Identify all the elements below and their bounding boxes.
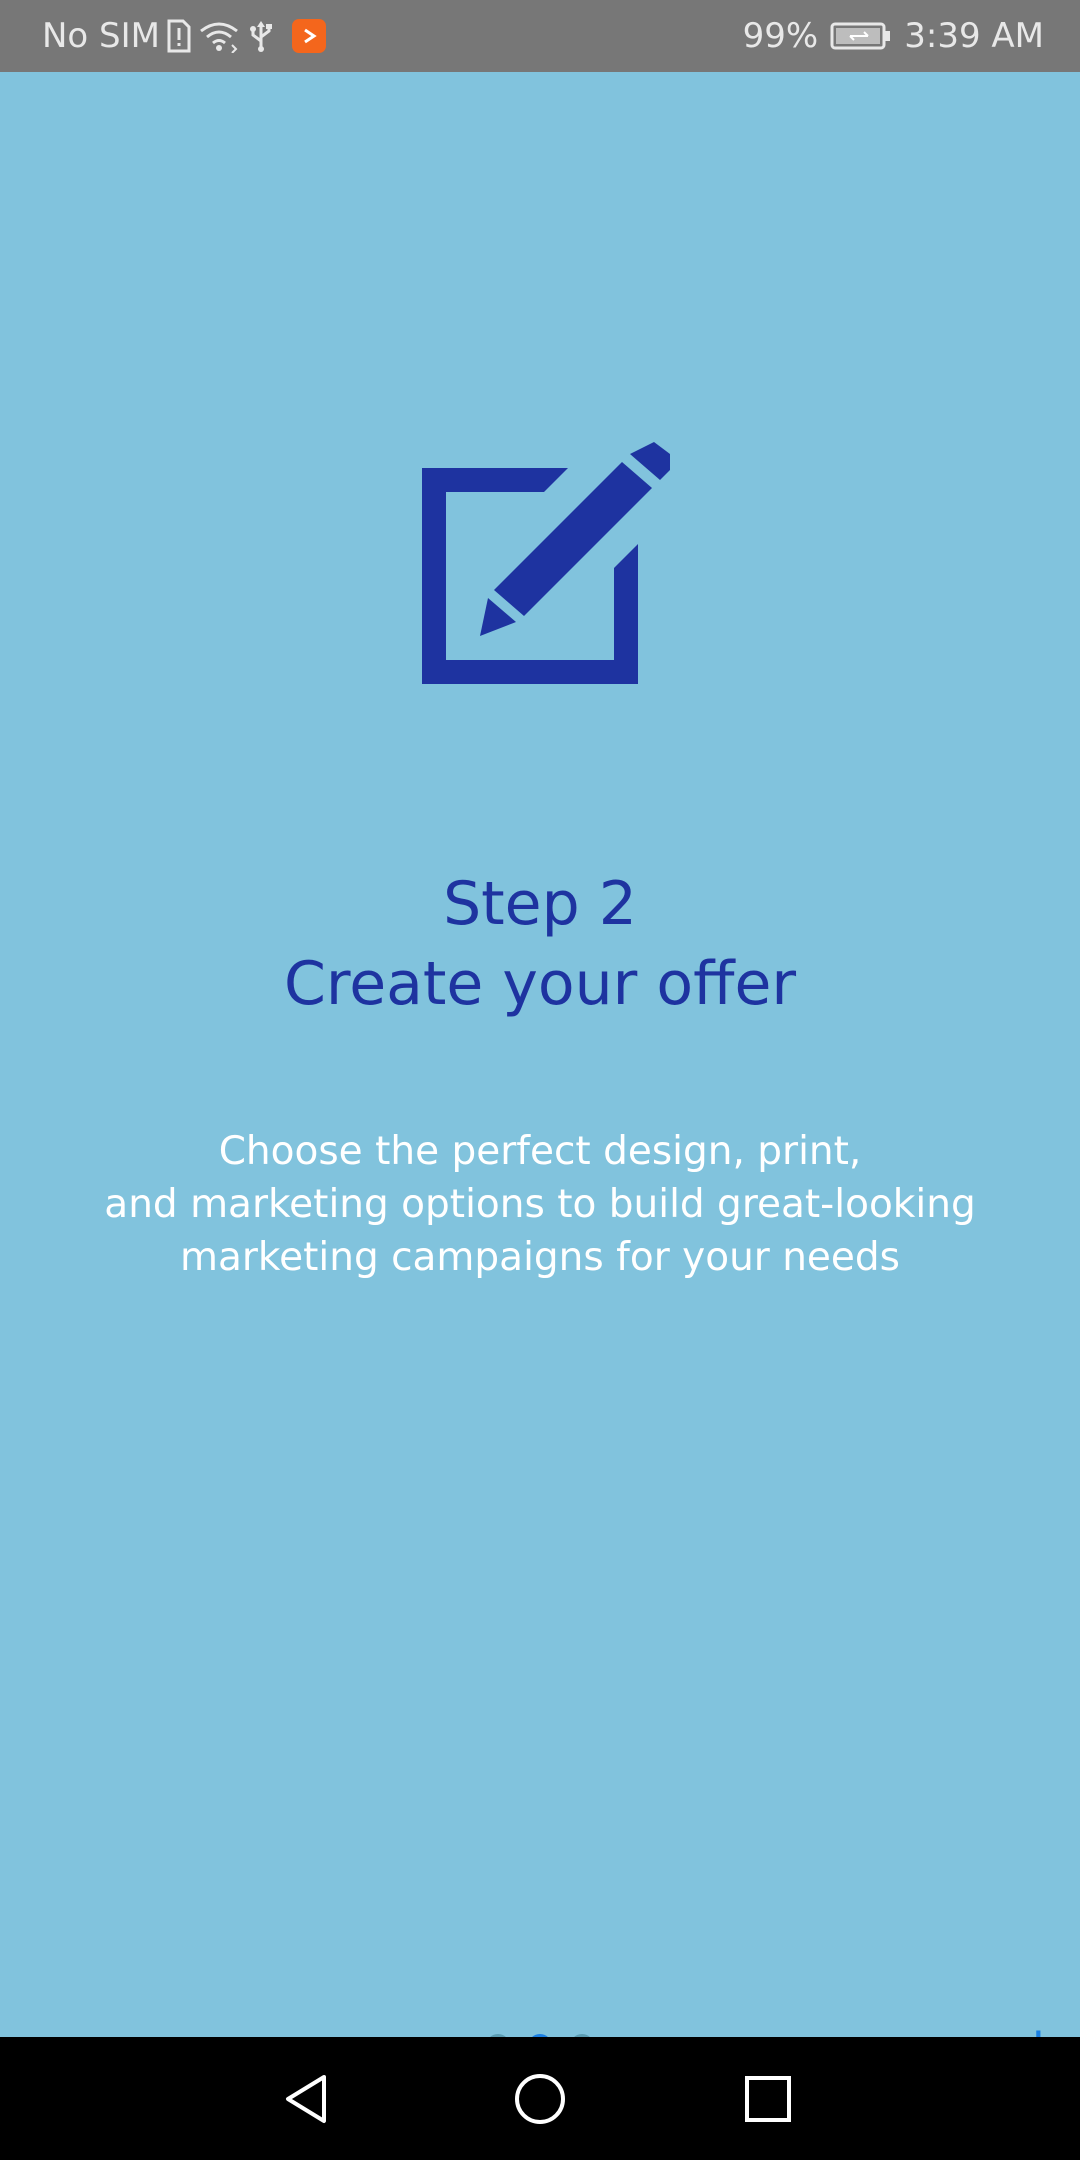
status-right: 99% 3:39 AM — [743, 0, 1044, 72]
step-label: Step 2 — [443, 869, 637, 939]
description-line: Choose the perfect design, print, — [218, 1129, 862, 1174]
status-bar: No SIM 99% 3:39 AM — [0, 0, 1080, 72]
onboarding-screen: Step 2 Create your offer Choose the perf… — [0, 72, 1080, 2074]
sim-alert-icon — [166, 19, 192, 53]
battery-charging-icon — [830, 21, 892, 51]
page-title: Create your offer — [283, 949, 797, 1019]
status-left: No SIM — [42, 0, 326, 72]
system-nav-bar — [0, 2037, 1080, 2160]
battery-percent: 99% — [742, 16, 819, 56]
description: Choose the perfect design, print, and ma… — [60, 1125, 1020, 1284]
recents-icon[interactable] — [733, 2064, 803, 2134]
usb-icon — [246, 19, 276, 53]
description-line: and marketing options to build great-loo… — [104, 1182, 976, 1227]
edit-icon — [418, 440, 672, 688]
description-line: marketing campaigns for your needs — [179, 1235, 900, 1280]
carrier-text: No SIM — [42, 16, 160, 56]
home-icon[interactable] — [505, 2064, 575, 2134]
wifi-icon — [198, 19, 240, 53]
app-notification-icon — [292, 19, 326, 53]
clock: 3:39 AM — [904, 16, 1044, 56]
back-icon[interactable] — [273, 2064, 343, 2134]
